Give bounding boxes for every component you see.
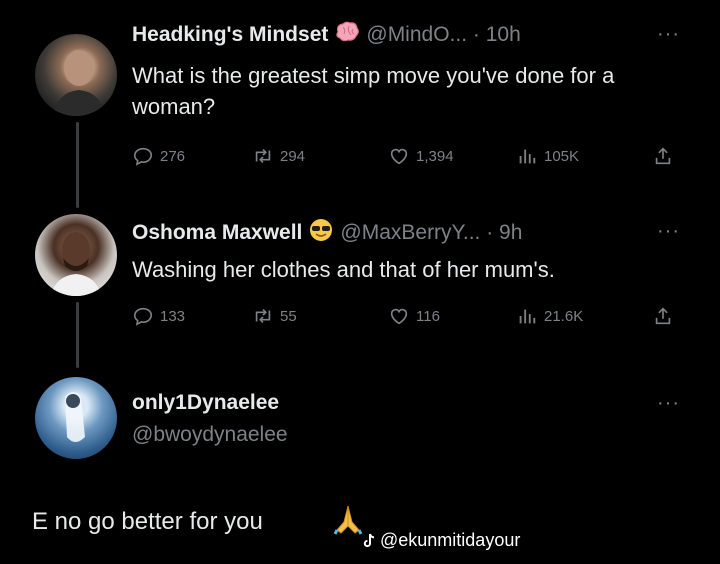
more-options-icon[interactable]: ··· (657, 218, 680, 244)
tweet-text: What is the greatest simp move you've do… (132, 63, 615, 119)
retweet-icon (255, 308, 271, 324)
like-button[interactable]: 116 (388, 305, 440, 327)
brain-icon (334, 21, 360, 50)
views-button[interactable]: 21.6K (516, 305, 583, 327)
watermark-text: @ekunmitidayour (380, 530, 521, 550)
view-count: 21.6K (544, 307, 584, 325)
view-count: 105K (544, 147, 580, 165)
share-icon (655, 307, 671, 325)
share-icon (655, 147, 671, 165)
retweet-button[interactable]: 55 (252, 305, 297, 327)
author-name[interactable]: only1Dynaelee (132, 391, 279, 414)
reply-count: 276 (160, 147, 186, 165)
author-handle[interactable]: @bwoydynaelee (132, 422, 288, 448)
views-icon (519, 309, 536, 324)
like-count: 1,394 (416, 147, 454, 165)
tweet-actions: 133 55 116 21.6K (132, 305, 692, 329)
reply-count: 133 (160, 307, 186, 325)
reply-button[interactable]: 276 (132, 145, 185, 167)
avatar[interactable] (35, 34, 117, 116)
avatar[interactable] (35, 377, 117, 459)
watermark: @ekunmitidayour (362, 530, 520, 551)
tweet-actions: 276 294 1,394 105K (132, 145, 692, 169)
views-button[interactable]: 105K (516, 145, 579, 167)
retweet-count: 294 (280, 147, 306, 165)
reply-icon (133, 307, 153, 326)
thread-line (76, 302, 79, 368)
folded-hands-icon (333, 502, 363, 541)
author-handle[interactable]: @MindO... · 10h (366, 23, 520, 46)
views-icon (519, 149, 536, 164)
tweet-text: Washing her clothes and that of her mum'… (132, 257, 555, 282)
heart-icon (390, 308, 408, 325)
retweet-count: 55 (280, 307, 297, 325)
share-button[interactable] (652, 305, 674, 327)
tiktok-icon (363, 533, 375, 547)
author-handle[interactable]: @MaxBerryY... · 9h (340, 221, 522, 244)
retweet-icon (255, 148, 271, 164)
like-count: 116 (416, 307, 440, 325)
heart-icon (390, 148, 408, 165)
share-button[interactable] (652, 145, 674, 167)
author-name[interactable]: Oshoma Maxwell (132, 221, 302, 244)
composer-header: only1Dynaelee ··· (132, 390, 702, 416)
retweet-button[interactable]: 294 (252, 145, 305, 167)
reply-icon (133, 147, 153, 166)
reply-text[interactable]: E no go better for you (32, 508, 263, 536)
sunglasses-face-icon (308, 218, 334, 249)
more-options-icon[interactable]: ··· (657, 390, 680, 416)
tweet-header: Oshoma Maxwell @MaxBerryY... · 9h ··· (132, 218, 702, 249)
avatar[interactable] (35, 214, 117, 296)
thread-line (76, 122, 79, 208)
tweet-header: Headking's Mindset @MindO... · 10h ··· (132, 21, 702, 50)
author-name[interactable]: Headking's Mindset (132, 23, 328, 46)
like-button[interactable]: 1,394 (388, 145, 454, 167)
more-options-icon[interactable]: ··· (657, 21, 680, 47)
reply-button[interactable]: 133 (132, 305, 185, 327)
